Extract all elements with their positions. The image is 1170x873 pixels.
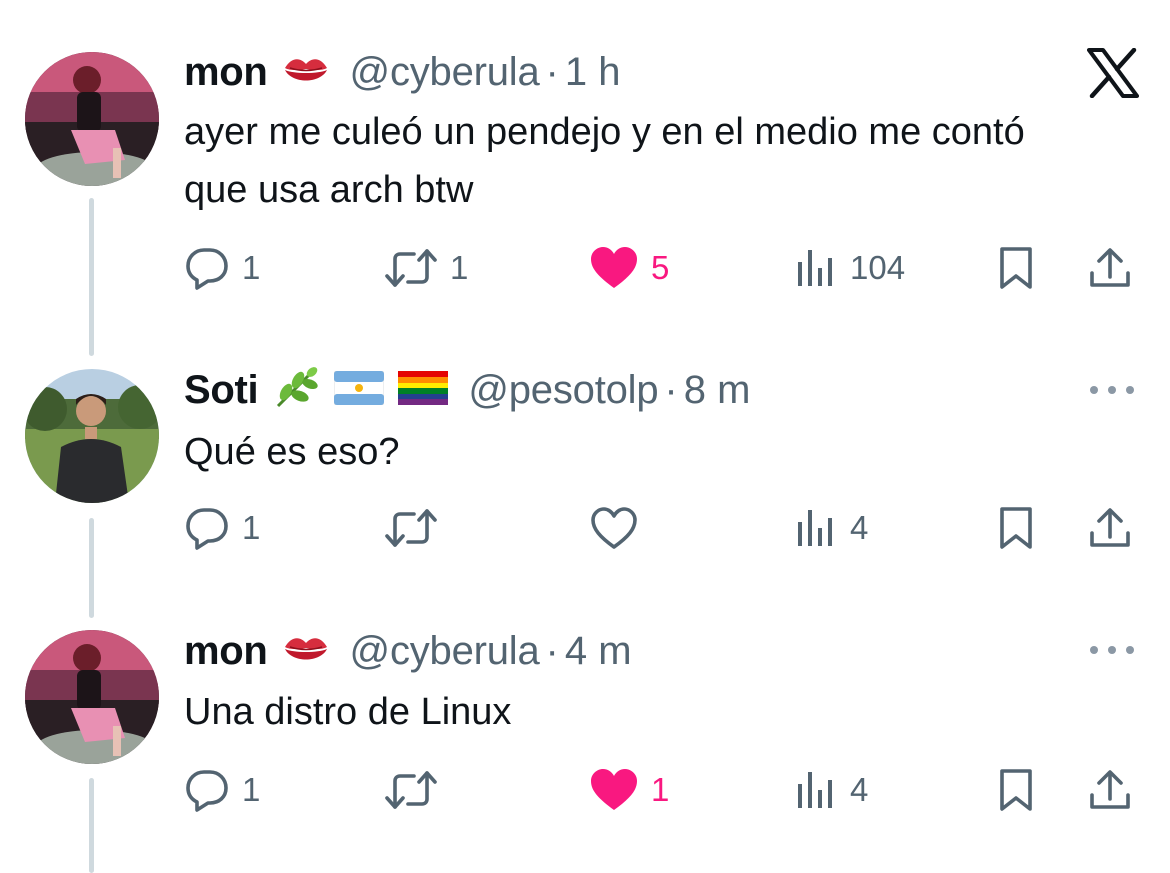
retweet-button[interactable] <box>384 765 450 815</box>
heart-outline-icon <box>591 507 637 549</box>
views-button[interactable]: 4 <box>794 503 868 553</box>
share-button[interactable] <box>1086 243 1134 293</box>
kiss-mark-icon <box>282 632 330 671</box>
reply-icon <box>186 508 228 550</box>
more-icon[interactable] <box>1090 640 1134 660</box>
more-icon[interactable] <box>1090 380 1134 400</box>
like-button[interactable]: 1 <box>589 765 669 815</box>
like-button[interactable]: 5 <box>589 243 669 293</box>
tweet-text: Una distro de Linux <box>184 691 512 733</box>
tweet-header: Soti @pesotolp · 8 m <box>184 366 751 415</box>
retweet-icon <box>385 249 437 287</box>
heart-filled-icon <box>591 247 637 288</box>
retweet-button[interactable]: 1 <box>384 243 468 293</box>
user-handle[interactable]: @pesotolp <box>468 368 658 413</box>
views-icon <box>798 250 832 286</box>
reply-count: 1 <box>242 771 261 808</box>
flag-argentina-icon <box>333 370 385 410</box>
reply-count: 1 <box>242 509 261 546</box>
tweet-actions: 1 4 <box>184 503 1144 553</box>
x-logo-icon[interactable] <box>1087 47 1139 103</box>
rainbow-flag-icon <box>398 370 449 410</box>
share-icon <box>1090 770 1130 809</box>
bookmark-button[interactable] <box>996 243 1036 293</box>
tweet-actions: 1 1 5 104 <box>184 243 1144 293</box>
thread-line <box>89 198 94 356</box>
heart-filled-icon <box>591 769 637 810</box>
bookmark-button[interactable] <box>996 503 1036 553</box>
bookmark-icon <box>1000 769 1032 811</box>
share-icon <box>1090 248 1130 287</box>
herb-icon <box>272 366 320 415</box>
display-name[interactable]: mon <box>184 629 268 674</box>
thread-line <box>89 778 94 873</box>
user-handle[interactable]: @cyberula <box>350 629 540 674</box>
like-button[interactable] <box>589 503 651 553</box>
share-button[interactable] <box>1086 503 1134 553</box>
separator: · <box>664 367 678 412</box>
reply-button[interactable]: 1 <box>184 765 260 815</box>
user-handle[interactable]: @cyberula <box>350 50 540 95</box>
display-name[interactable]: mon <box>184 50 268 95</box>
share-button[interactable] <box>1086 765 1134 815</box>
retweet-icon <box>385 771 437 809</box>
retweet-button[interactable] <box>384 503 450 553</box>
like-count: 1 <box>651 771 670 808</box>
timestamp[interactable]: 8 m <box>684 368 751 413</box>
tweet-header: mon @cyberula · 4 m <box>184 629 632 673</box>
kiss-mark-icon <box>282 53 330 92</box>
avatar[interactable] <box>25 369 159 503</box>
retweet-count: 1 <box>450 249 469 286</box>
tweet-header: mon @cyberula · 1 h <box>184 50 620 94</box>
thread-line <box>89 518 94 618</box>
timestamp[interactable]: 4 m <box>565 629 632 674</box>
avatar[interactable] <box>25 52 159 186</box>
tweet-actions: 1 1 4 <box>184 765 1144 815</box>
timestamp[interactable]: 1 h <box>565 50 621 95</box>
display-name[interactable]: Soti <box>184 368 259 413</box>
views-icon <box>798 510 832 546</box>
reply-icon <box>186 248 228 290</box>
retweet-icon <box>385 509 437 547</box>
reply-icon <box>186 770 228 812</box>
bookmark-button[interactable] <box>996 765 1036 815</box>
bookmark-icon <box>1000 507 1032 549</box>
views-button[interactable]: 104 <box>794 243 905 293</box>
views-button[interactable]: 4 <box>794 765 868 815</box>
view-count: 4 <box>850 771 869 808</box>
separator: · <box>545 628 559 673</box>
view-count: 104 <box>850 249 906 286</box>
tweet-text: Qué es eso? <box>184 431 400 473</box>
reply-button[interactable]: 1 <box>184 243 260 293</box>
separator: · <box>545 49 559 94</box>
reply-count: 1 <box>242 249 261 286</box>
avatar[interactable] <box>25 630 159 764</box>
tweet-text: ayer me culeó un pendejo y en el medio m… <box>184 111 1025 211</box>
share-icon <box>1090 508 1130 547</box>
bookmark-icon <box>1000 247 1032 289</box>
views-icon <box>798 772 832 808</box>
view-count: 4 <box>850 509 869 546</box>
like-count: 5 <box>651 249 670 286</box>
reply-button[interactable]: 1 <box>184 503 260 553</box>
